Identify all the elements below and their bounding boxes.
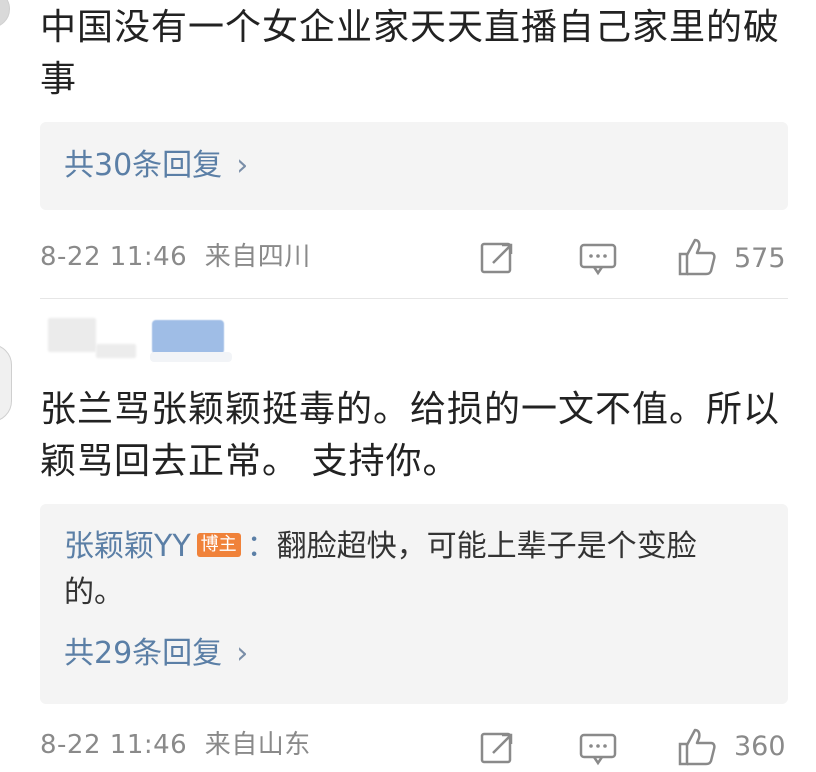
- replies-box[interactable]: 共30条回复 ›: [40, 122, 788, 210]
- comment-meta: 8-22 11:46 来自四川: [40, 240, 311, 274]
- view-replies-link[interactable]: 共30条回复 ›: [64, 146, 248, 186]
- blogger-badge: 博主: [196, 532, 241, 557]
- comment-time: 8-22 11:46: [40, 242, 188, 272]
- comment-location: 来自四川: [204, 242, 311, 272]
- chevron-right-icon: ›: [236, 636, 249, 671]
- share-icon[interactable]: [478, 728, 518, 768]
- thumbs-up-icon[interactable]: [676, 236, 716, 276]
- replies-count-label: 共30条回复: [64, 148, 223, 183]
- comment-time: 8-22 11:46: [40, 730, 188, 760]
- author-name[interactable]: 张颖颖YY: [64, 529, 191, 564]
- user-badge-underline: [150, 352, 232, 362]
- like-count: 360: [734, 731, 786, 762]
- chevron-right-icon: ›: [236, 148, 249, 183]
- user-badge-blurred: [152, 320, 224, 354]
- comment-meta: 8-22 11:46 来自山东: [40, 728, 311, 762]
- replies-box[interactable]: 张颖颖YY 博主 ：翻脸超快，可能上辈子是个变脸的。 共29条回复 ›: [40, 504, 788, 704]
- comment-text: 中国没有一个女企业家天天直播自己家里的破事: [40, 7, 781, 100]
- comment-location: 来自山东: [204, 730, 311, 760]
- commenter-avatar[interactable]: [0, 344, 12, 422]
- share-icon[interactable]: [478, 238, 518, 278]
- username-blurred: [96, 344, 136, 358]
- reply-separator: ：: [246, 529, 277, 564]
- comment-icon[interactable]: [578, 728, 618, 768]
- comment-icon[interactable]: [578, 238, 618, 278]
- username-blurred[interactable]: [48, 318, 96, 352]
- commenter-avatar[interactable]: [0, 0, 10, 28]
- thumbs-up-icon[interactable]: [676, 726, 716, 766]
- replies-count-label: 共29条回复: [64, 636, 223, 671]
- comment-text: 张兰骂张颖颖挺毒的。给损的一文不值。所以颖骂回去正常。 支持你。: [40, 389, 781, 482]
- view-replies-link[interactable]: 共29条回复 ›: [64, 634, 248, 674]
- author-reply: 张颖颖YY 博主 ：翻脸超快，可能上辈子是个变脸的。: [64, 524, 754, 616]
- comment-divider: [40, 298, 788, 299]
- like-count: 575: [734, 243, 786, 274]
